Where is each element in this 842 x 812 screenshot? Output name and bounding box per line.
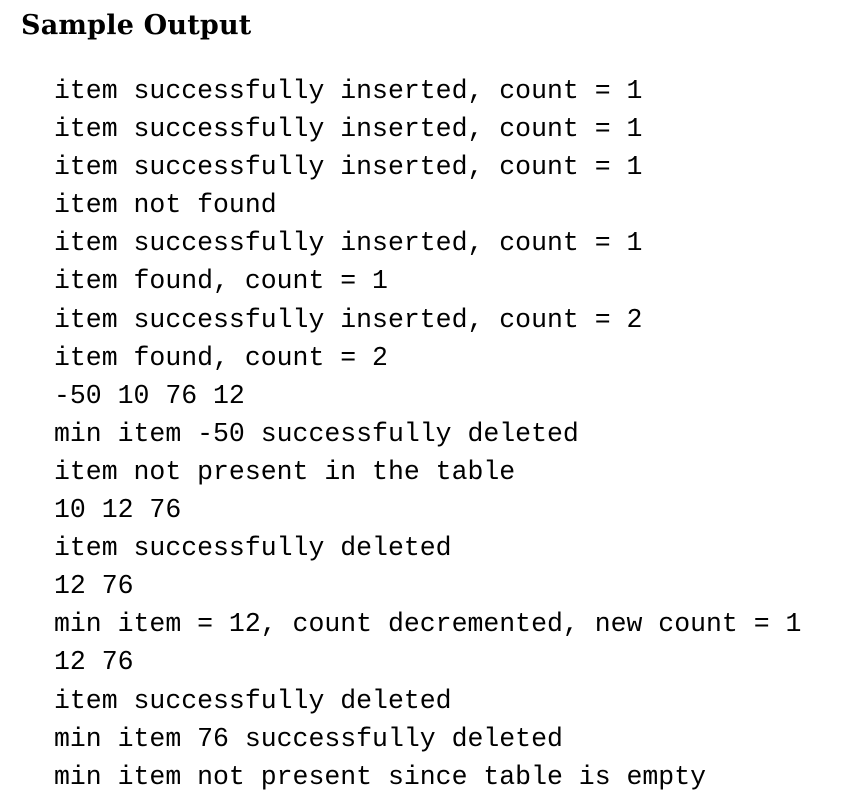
output-line: item successfully deleted — [54, 685, 452, 716]
output-line: item not present in the table — [54, 456, 516, 487]
output-line: item not found — [54, 190, 277, 221]
output-line: item successfully inserted, count = 2 — [54, 304, 643, 335]
output-line: item successfully inserted, count = 1 — [54, 76, 643, 106]
output-line: item successfully inserted, count = 1 — [54, 228, 643, 259]
output-line: item successfully inserted, count = 1 — [54, 114, 643, 145]
output-line: item successfully deleted — [54, 533, 452, 564]
section-title: Sample Output — [21, 10, 252, 41]
output-line: min item not present since table is empt… — [54, 761, 707, 792]
output-line: min item = 12, count decremented, new co… — [54, 609, 802, 640]
output-line: 12 76 — [54, 571, 134, 602]
output-line: min item 76 successfully deleted — [54, 723, 563, 754]
output-line: item found, count = 1 — [54, 266, 388, 297]
sample-output-block: item successfully inserted, count = 1 it… — [54, 72, 801, 796]
output-line: 12 76 — [54, 647, 134, 678]
output-line: item found, count = 2 — [54, 342, 388, 373]
output-line: -50 10 76 12 — [54, 380, 245, 411]
output-line: min item -50 successfully deleted — [54, 418, 579, 449]
output-line: 10 12 76 — [54, 495, 182, 526]
output-line: item successfully inserted, count = 1 — [54, 152, 643, 183]
